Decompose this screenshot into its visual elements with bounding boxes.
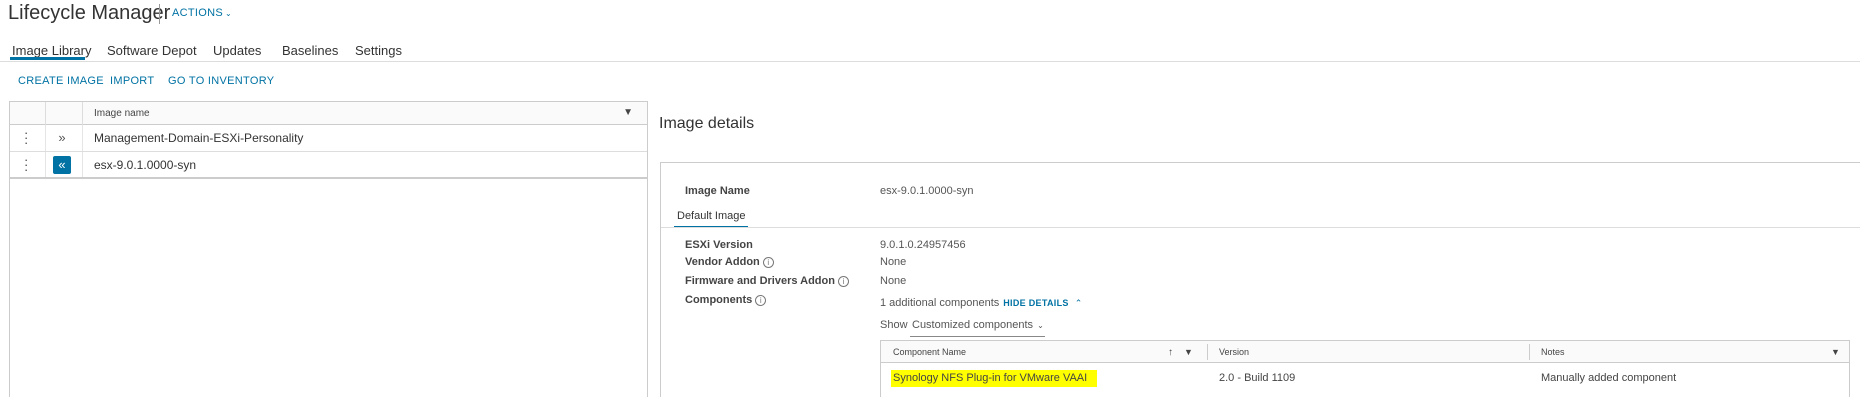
vendor-addon-value: None: [880, 256, 907, 268]
tab-default-image[interactable]: Default Image: [677, 210, 745, 222]
components-table: Component Name ↑ ▼ Version Notes ▼ Synol…: [880, 340, 1850, 397]
chevron-down-icon: ⌄: [1037, 321, 1044, 330]
info-icon[interactable]: i: [837, 275, 849, 287]
actions-label: ACTIONS: [172, 7, 223, 19]
components-table-header: Component Name ↑ ▼ Version Notes ▼: [881, 341, 1849, 363]
tab-image-library[interactable]: Image Library: [12, 43, 91, 58]
filter-icon[interactable]: ▼: [623, 107, 633, 118]
subtab-divider: [661, 227, 1860, 228]
image-name-value: esx-9.0.1.0000-syn: [880, 185, 974, 197]
tab-settings[interactable]: Settings: [355, 43, 402, 58]
tab-updates[interactable]: Updates: [213, 43, 261, 58]
component-name-cell: Synology NFS Plug-in for VMware VAAI: [891, 370, 1098, 387]
table-row[interactable]: · · · » Management-Domain-ESXi-Personality: [10, 125, 647, 152]
column-header-notes[interactable]: Notes: [1541, 347, 1565, 357]
active-tab-indicator: [10, 57, 85, 60]
info-icon[interactable]: i: [755, 294, 767, 306]
show-selected-value: Customized components: [912, 319, 1034, 331]
page-title: Lifecycle Manager: [8, 2, 171, 24]
vendor-addon-label-row: Vendor Addon i: [685, 256, 774, 268]
column-header-component-name[interactable]: Component Name: [893, 347, 966, 357]
component-notes-cell: Manually added component: [1541, 372, 1677, 384]
tab-baselines[interactable]: Baselines: [282, 43, 338, 58]
image-library-grid: Image name ▼ · · · » Management-Domain-ESX…: [9, 101, 648, 397]
sort-up-icon[interactable]: ↑: [1168, 347, 1173, 358]
collapse-icon[interactable]: «: [53, 156, 71, 174]
tab-software-depot[interactable]: Software Depot: [107, 43, 197, 58]
show-select-underline: [910, 336, 1045, 337]
table-row[interactable]: · · · « esx-9.0.1.0000-syn: [10, 152, 647, 179]
title-divider: [159, 4, 160, 24]
components-label: Components: [685, 294, 753, 306]
panel-divider[interactable]: [647, 101, 648, 397]
main-tabs: Image Library Software Depot Updates Bas…: [0, 43, 1860, 63]
hide-details-button[interactable]: HIDE DETAILS: [1003, 298, 1068, 308]
import-button[interactable]: IMPORT: [110, 75, 154, 87]
row-actions-icon[interactable]: · · ·: [24, 153, 28, 176]
go-to-inventory-button[interactable]: GO TO INVENTORY: [168, 75, 274, 87]
esxi-version-value: 9.0.1.0.24957456: [880, 239, 966, 251]
components-value: 1 additional components: [880, 297, 1000, 309]
firmware-label: Firmware and Drivers Addon: [685, 275, 835, 287]
vendor-addon-label: Vendor Addon: [685, 256, 760, 268]
components-value-row: 1 additional components HIDE DETAILS ⌃: [880, 297, 1082, 309]
esxi-version-label: ESXi Version: [685, 239, 753, 251]
firmware-label-row: Firmware and Drivers Addon i: [685, 275, 849, 287]
show-label: Show: [880, 319, 908, 331]
actions-menu-button[interactable]: ACTIONS ⌄: [172, 7, 232, 19]
filter-icon[interactable]: ▼: [1831, 347, 1840, 357]
components-label-row: Components i: [685, 294, 767, 306]
expand-icon[interactable]: »: [53, 129, 71, 147]
column-header-version[interactable]: Version: [1219, 347, 1249, 357]
show-select[interactable]: Customized components ⌄: [912, 319, 1044, 331]
firmware-value: None: [880, 275, 907, 287]
chevron-up-icon[interactable]: ⌃: [1075, 298, 1083, 308]
filter-icon[interactable]: ▼: [1184, 347, 1193, 357]
column-header-image-name[interactable]: Image name: [94, 108, 150, 119]
image-name-cell: esx-9.0.1.0000-syn: [94, 158, 197, 172]
image-name-label: Image Name: [685, 185, 750, 197]
image-name-cell: Management-Domain-ESXi-Personality: [94, 131, 304, 145]
create-image-button[interactable]: CREATE IMAGE: [18, 75, 104, 87]
component-version-cell: 2.0 - Build 1109: [1219, 372, 1296, 384]
grid-header: Image name ▼: [10, 102, 647, 125]
image-details-title: Image details: [659, 115, 755, 132]
tabs-divider: [0, 61, 1860, 62]
row-actions-icon[interactable]: · · ·: [24, 126, 28, 149]
chevron-down-icon: ⌄: [225, 9, 233, 18]
info-icon[interactable]: i: [762, 256, 774, 268]
